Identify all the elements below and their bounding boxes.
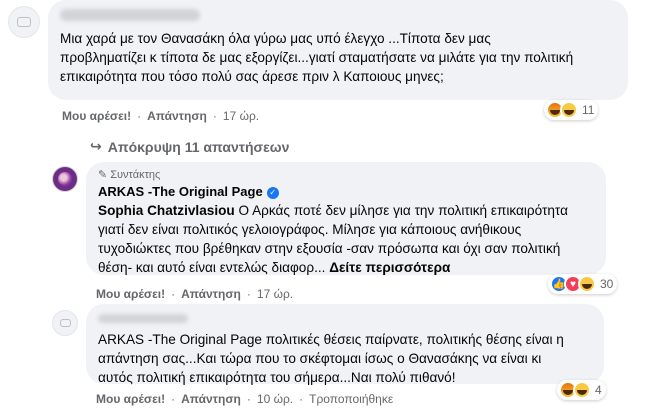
author-badge-label: Συντάκτης [110, 168, 161, 181]
comment-bubble: Μια χαρά με τον Θανασάκη όλα γύρω μας υπ… [48, 0, 628, 100]
reply-bubble-author: ✎ Συντάκτης ARKAS -The Original Page ✓ So… [86, 162, 606, 275]
reaction-count: 4 [595, 383, 602, 397]
like-button[interactable]: Μου αρέσει! [96, 287, 165, 301]
reply-button[interactable]: Απάντηση [181, 392, 241, 406]
mention-link[interactable]: Sophia Chatzivlasiou [98, 203, 235, 218]
page-avatar[interactable] [52, 166, 78, 192]
comment-actions: Μου αρέσει! · Απάντηση · 17 ώρ. [62, 109, 260, 123]
reply-time[interactable]: 10 ώρ. [257, 392, 293, 406]
haha-icon [578, 275, 596, 293]
see-more-link[interactable]: Δείτε περισσότερα [329, 260, 450, 275]
like-button[interactable]: Μου αρέσει! [96, 392, 165, 406]
pen-icon: ✎ [98, 169, 108, 181]
comment-reactions[interactable]: 11 [544, 100, 599, 120]
commenter-avatar[interactable] [8, 6, 40, 38]
reply-button[interactable]: Απάντηση [147, 109, 207, 123]
reply-text: ARKAS -The Original Page πολιτικές θέσει… [98, 332, 564, 385]
reply1-actions: Μου αρέσει! · Απάντηση · 17 ώρ. [96, 287, 294, 301]
comment-text: Μια χαρά με τον Θανασάκη όλα γύρω μας υπ… [60, 31, 574, 84]
edited-label: Τροποποιήθηκε [309, 392, 394, 406]
hide-replies-button[interactable]: ↪ Απόκρυψη 11 απαντήσεων [90, 138, 289, 155]
replier-name-redacted[interactable] [98, 310, 592, 328]
reply2-actions: Μου αρέσει! · Απάντηση · 10 ώρ. · Τροποπ… [96, 392, 394, 406]
reaction-count: 11 [582, 103, 595, 117]
reply2-reactions[interactable]: 4 [557, 380, 606, 400]
reply-button[interactable]: Απάντηση [181, 287, 241, 301]
page-name-link[interactable]: ARKAS -The Original Page [98, 184, 263, 199]
hide-replies-label: Απόκρυψη 11 απαντήσεων [107, 138, 290, 155]
haha-icon [573, 381, 591, 399]
author-badge: ✎ Συντάκτης [98, 168, 594, 182]
comment-time[interactable]: 17 ώρ. [223, 109, 259, 123]
haha-icon [560, 101, 578, 119]
reply1-reactions[interactable]: 👍 ♥ 30 [548, 274, 618, 294]
reply-text: Sophia Chatzivlasiou Ο Αρκάς ποτέ δεν μί… [98, 201, 568, 277]
like-button[interactable]: Μου αρέσει! [62, 109, 131, 123]
verified-icon: ✓ [266, 186, 279, 199]
commenter-name-redacted[interactable] [60, 8, 616, 26]
reaction-count: 30 [600, 277, 614, 291]
replier-avatar[interactable] [52, 310, 78, 336]
reply-time[interactable]: 17 ώρ. [257, 287, 293, 301]
reply-arrow-icon: ↪ [90, 138, 102, 154]
reply-bubble: ARKAS -The Original Page πολιτικές θέσει… [86, 304, 604, 385]
